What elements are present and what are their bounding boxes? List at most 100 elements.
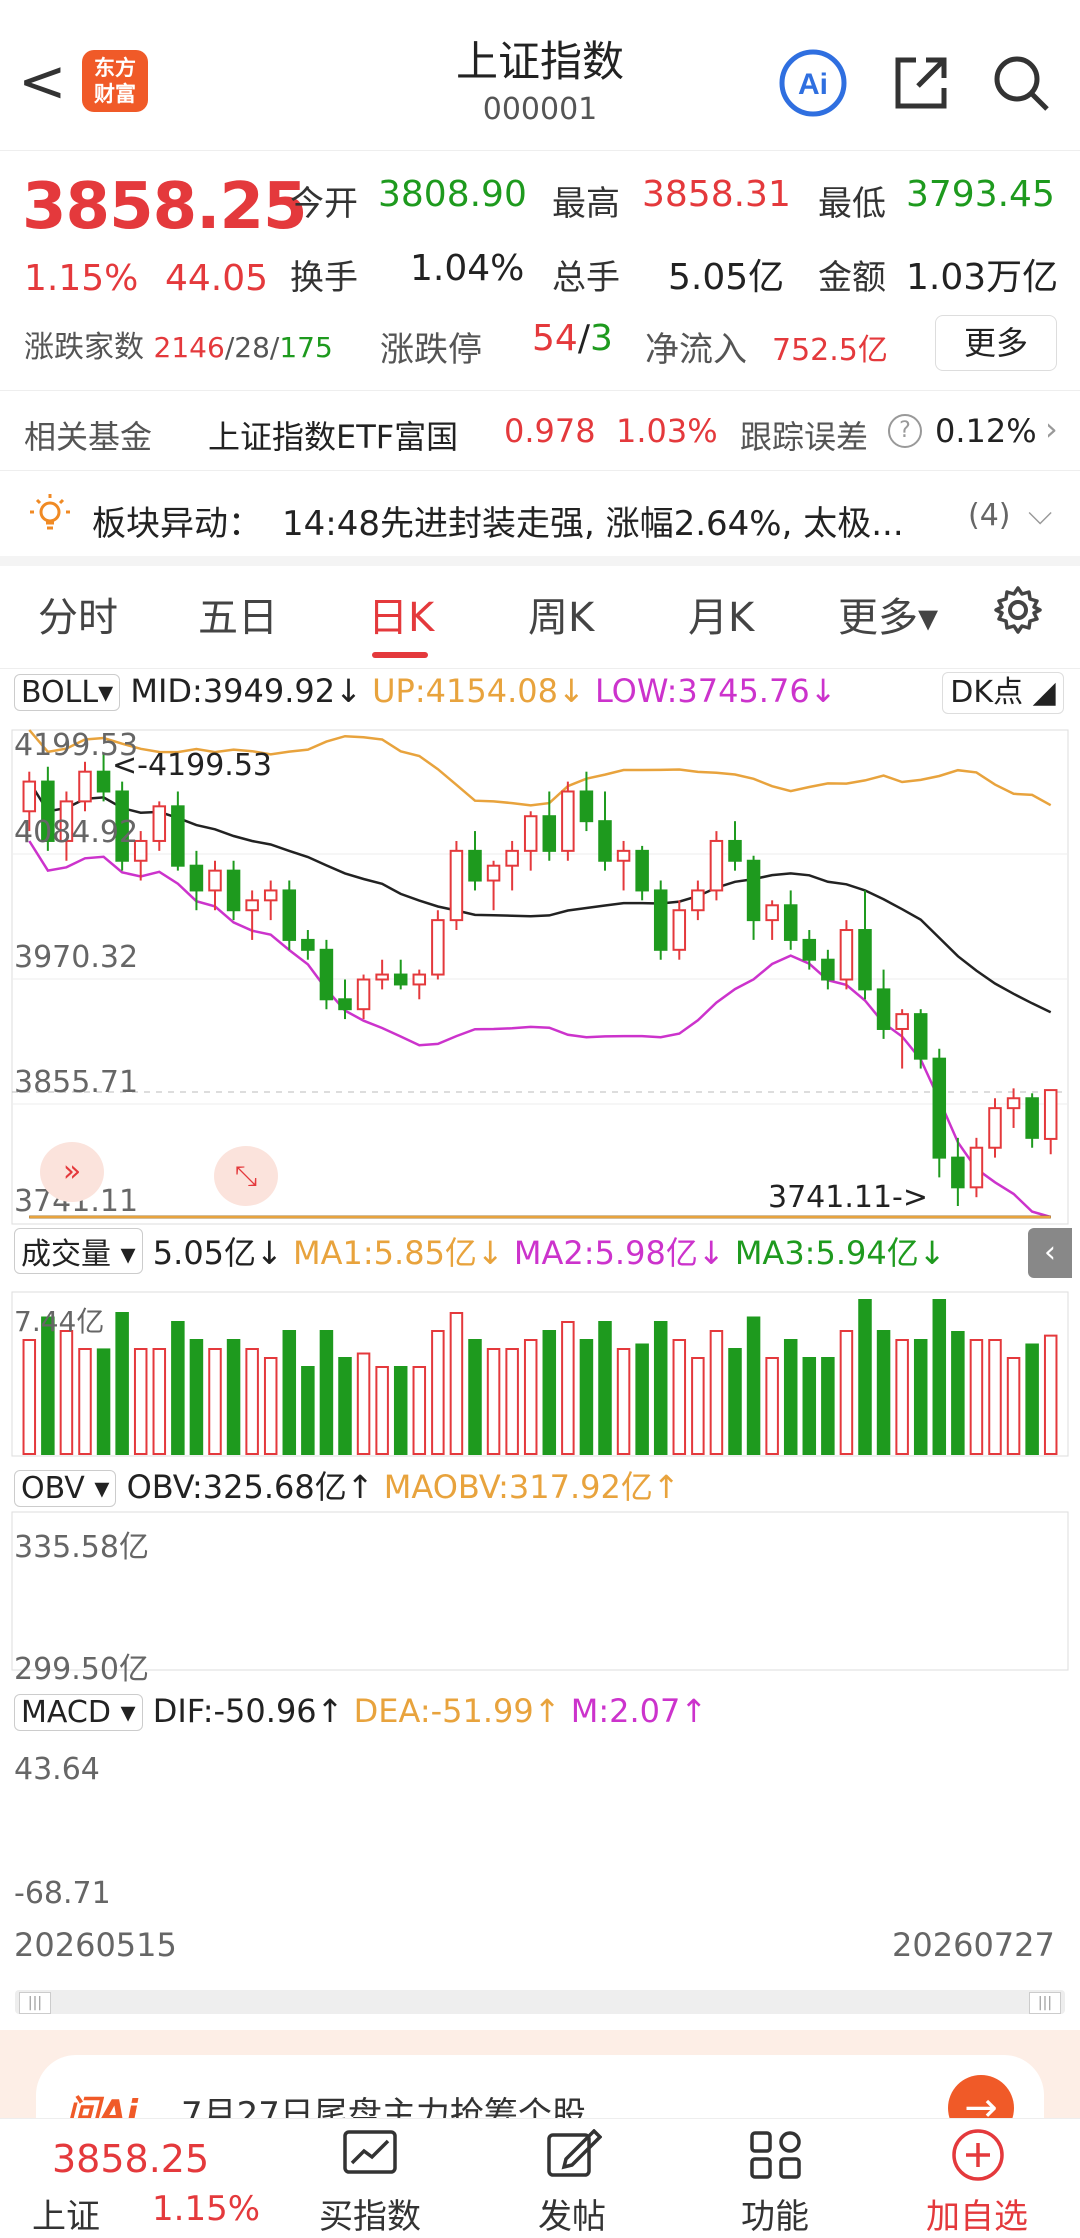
maobv-value: MAOBV:317.92亿↑ — [383, 1468, 680, 1506]
tab-monthly-k[interactable]: 月K — [688, 585, 754, 643]
candle-body — [96, 770, 111, 793]
volume-bar — [449, 1312, 464, 1455]
volume-bar — [895, 1339, 909, 1455]
candle-body — [189, 864, 204, 892]
volume-bar — [22, 1339, 37, 1455]
chart-range-scrollbar[interactable]: ||| ||| — [15, 1990, 1065, 2014]
open-label: 今开 — [290, 184, 358, 224]
breadth-label: 涨跌家数 — [24, 330, 144, 365]
collapse-panel-icon[interactable]: ‹ — [1028, 1228, 1072, 1278]
candle-body — [728, 839, 742, 862]
bottom-pct: 1.15% — [152, 2189, 261, 2229]
dk-label: DK点 — [950, 675, 1024, 710]
volume-bar — [282, 1330, 297, 1455]
settings-gear-icon[interactable] — [992, 584, 1044, 636]
low-label: 最低 — [818, 184, 886, 224]
range-handle-right[interactable]: ||| — [1029, 1992, 1061, 2014]
range-handle-left[interactable]: ||| — [19, 1992, 51, 2014]
last-price: 3858.25 — [22, 170, 307, 244]
expand-arrows-icon[interactable]: » — [40, 1142, 104, 1202]
sector-alert-count: (4) — [968, 498, 1011, 533]
macd-axis-top: 43.64 — [14, 1752, 100, 1787]
volume-bar — [579, 1339, 594, 1455]
candle-body — [431, 919, 445, 976]
candle-body — [913, 1013, 928, 1060]
inflow-value: 752.5亿 — [772, 333, 888, 368]
macd-selector[interactable]: MACD ▾ — [14, 1694, 143, 1731]
kline-chart[interactable] — [0, 722, 1080, 1722]
date-end: 20260727 — [892, 1926, 1055, 1964]
volume-bar — [1025, 1343, 1039, 1455]
fullscreen-icon[interactable]: ⤡ — [214, 1146, 278, 1206]
macd-m: M:2.07↑ — [570, 1692, 708, 1730]
search-icon[interactable] — [990, 52, 1052, 114]
buy-index-button[interactable]: 买指数 — [295, 2189, 445, 2238]
inflow-label: 净流入 — [645, 330, 747, 370]
obv-selector[interactable]: OBV ▾ — [14, 1470, 117, 1507]
candle-body — [802, 938, 817, 961]
tab-intraday[interactable]: 分时 — [38, 585, 118, 643]
add-watchlist-icon[interactable] — [950, 2127, 1006, 2183]
macd-dif: DIF:-50.96↑ — [152, 1692, 344, 1730]
volume-bar — [412, 1366, 427, 1455]
chevron-down-icon[interactable]: ⌵ — [1028, 494, 1052, 533]
volume-bar — [301, 1366, 315, 1455]
candle-body — [951, 1156, 965, 1189]
market-breadth: 涨跌家数 2146/28/175 — [24, 330, 333, 365]
candle-body — [338, 998, 352, 1011]
limit-values: 54/3 — [532, 318, 613, 359]
volume-name: 成交量 — [21, 1237, 111, 1272]
turnover-label: 换手 — [290, 258, 358, 298]
post-icon[interactable] — [546, 2129, 602, 2181]
dk-point-button[interactable]: DK点 ◢ — [942, 672, 1064, 714]
candle-body — [839, 929, 854, 981]
buy-index-icon[interactable] — [342, 2129, 398, 2181]
related-fund-row[interactable]: 相关基金 上证指数ETF富国 0.978 1.03% 跟踪误差 ? 0.12% … — [0, 400, 1080, 466]
sector-alert-text: 14:48先进封装走强, 涨幅2.64%, 太极... — [282, 504, 904, 544]
ai-label: Ai — [798, 68, 828, 101]
price-axis-tick-2: 4084.92 — [14, 815, 139, 850]
add-watchlist-button[interactable]: 加自选 — [902, 2189, 1052, 2238]
volume-bar — [171, 1321, 185, 1455]
post-button[interactable]: 发帖 — [497, 2189, 647, 2238]
volume-bar — [598, 1321, 612, 1455]
volume-ma1: MA1:5.85亿↓ — [293, 1234, 504, 1272]
volume-bar — [59, 1330, 74, 1455]
sector-alert-label: 板块异动： — [92, 504, 262, 544]
candle-body — [78, 770, 92, 803]
ai-assistant-icon[interactable]: Ai — [778, 48, 848, 118]
candle-body — [245, 899, 259, 912]
sector-alert-row[interactable]: 板块异动： 14:48先进封装走强, 涨幅2.64%, 太极... (4) ⌵ — [0, 476, 1080, 556]
limit-up: 54 — [532, 318, 578, 359]
functions-button[interactable]: 功能 — [700, 2189, 850, 2238]
tab-more[interactable]: 更多▾ — [838, 585, 938, 643]
low-value: 3793.45 — [906, 174, 1055, 215]
share-icon[interactable] — [890, 52, 952, 114]
tab-five-day[interactable]: 五日 — [198, 585, 278, 643]
volume-bar — [988, 1339, 1002, 1455]
candle-body — [765, 904, 779, 922]
help-icon[interactable]: ? — [888, 414, 922, 448]
volume-bar — [338, 1357, 352, 1455]
candle-body — [561, 790, 575, 852]
candle-body — [449, 849, 464, 922]
boll-selector[interactable]: BOLL▾ — [14, 674, 121, 711]
obv-value: OBV:325.68亿↑ — [126, 1468, 374, 1506]
date-start: 20260515 — [14, 1926, 177, 1964]
volume-bar — [542, 1330, 557, 1455]
candle-body — [579, 790, 594, 823]
candle-body — [412, 973, 427, 986]
change-percent: 1.15% — [24, 258, 139, 299]
tab-weekly-k[interactable]: 周K — [528, 585, 594, 643]
tab-daily-k[interactable]: 日K — [368, 585, 434, 643]
obv-panel-frame — [11, 1511, 1069, 1671]
candle-body — [783, 904, 798, 941]
volume-selector[interactable]: 成交量 ▾ — [14, 1228, 143, 1274]
candle-body — [505, 849, 519, 867]
volume-bar — [691, 1357, 705, 1455]
volume-bar — [765, 1357, 779, 1455]
candle-body — [356, 978, 371, 1011]
breadth-up: 2146 — [153, 331, 225, 364]
more-quote-button[interactable]: 更多 — [935, 315, 1057, 371]
functions-icon[interactable] — [748, 2129, 804, 2181]
